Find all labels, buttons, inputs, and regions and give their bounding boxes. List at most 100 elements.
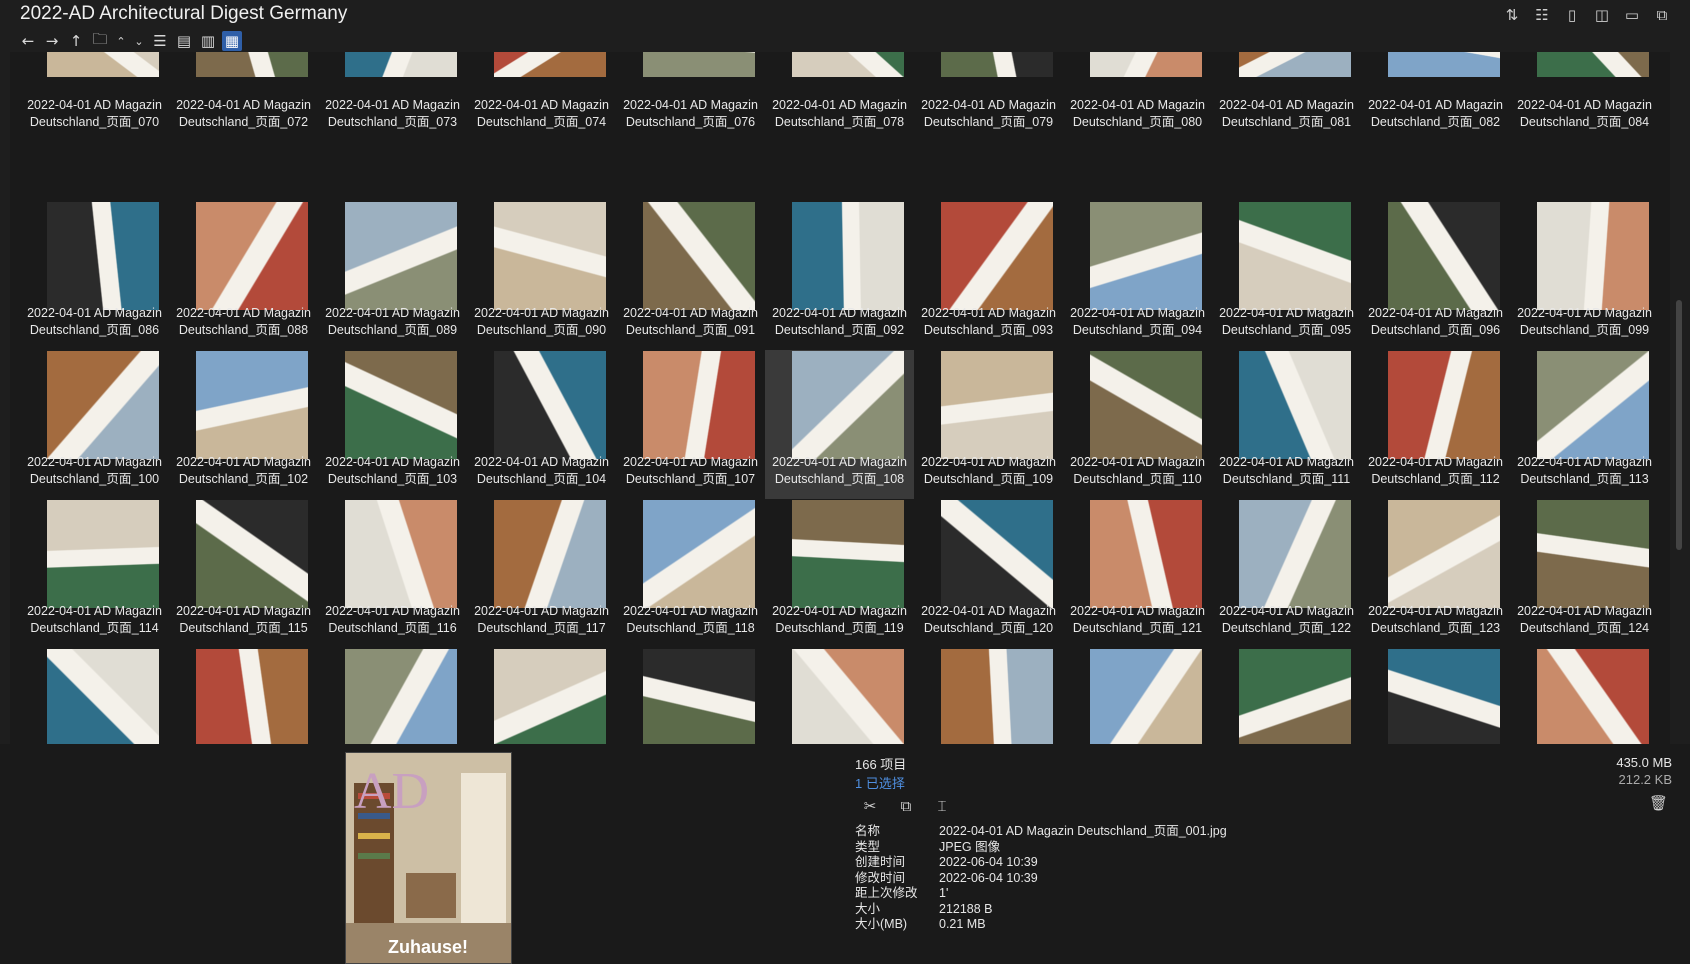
file-thumbnail-item[interactable]: 2022-04-01 AD Magazin Deutschland_页面_082 (1361, 52, 1510, 201)
file-thumbnail-item[interactable]: 2022-04-01 AD MagazinDeutschland_页面_133 (765, 648, 914, 744)
title-bar-icons: ⇅ ☷ ▯ ◫ ▭ ⧉ (1502, 5, 1672, 25)
file-thumbnail-item[interactable]: 2022-04-01 AD Magazin Deutschland_页面_107 (616, 350, 765, 499)
folder-icon[interactable]: 🗀 (90, 30, 110, 51)
delete-icon[interactable]: 🗑 (1649, 794, 1668, 812)
page-icon[interactable]: ▯ (1562, 5, 1582, 25)
file-thumbnail-item[interactable]: 2022-04-01 AD Magazin Deutschland_页面_094 (1063, 201, 1212, 350)
chevron-up-icon[interactable]: ⌃ (114, 31, 128, 51)
file-name-label: 2022-04-01 AD Magazin Deutschland_页面_107 (623, 455, 758, 486)
sort-icon[interactable]: ⇅ (1502, 5, 1522, 25)
file-thumbnail-item[interactable]: 2022-04-01 AD MagazinDeutschland_页面_138 (1361, 648, 1510, 744)
preview-logo: AD (354, 763, 429, 820)
thumbnail-image (1537, 52, 1649, 77)
file-thumbnail-item[interactable]: 2022-04-01 AD Magazin Deutschland_页面_117 (467, 499, 616, 648)
file-thumbnail-item[interactable]: 2022-04-01 AD Magazin Deutschland_页面_123 (1361, 499, 1510, 648)
file-thumbnail-item[interactable]: 2022-04-01 AD Magazin Deutschland_页面_122 (1212, 499, 1361, 648)
file-thumbnail-item[interactable]: 2022-04-01 AD Magazin Deutschland_页面_074 (467, 52, 616, 201)
file-thumbnail-item[interactable]: 2022-04-01 AD Magazin Deutschland_页面_111 (1212, 350, 1361, 499)
file-thumbnail-item[interactable]: 2022-04-01 AD Magazin Deutschland_页面_089 (318, 201, 467, 350)
file-thumbnail-item[interactable]: 2022-04-01 AD MagazinDeutschland_页面_131 (467, 648, 616, 744)
thumbnail-image (792, 649, 904, 744)
file-thumbnail-item[interactable]: 2022-04-01 AD Magazin Deutschland_页面_118 (616, 499, 765, 648)
file-thumbnail-item[interactable]: 2022-04-01 AD Magazin Deutschland_页面_121 (1063, 499, 1212, 648)
tree-view-icon[interactable]: ▥ (198, 31, 218, 51)
up-icon[interactable]: ↑ (66, 31, 86, 51)
file-name-label: 2022-04-01 AD Magazin Deutschland_页面_093 (921, 306, 1056, 337)
file-thumbnail-item[interactable]: 2022-04-01 AD Magazin Deutschland_页面_095 (1212, 201, 1361, 350)
file-thumbnail-item[interactable]: 2022-04-01 AD Magazin Deutschland_页面_124 (1510, 499, 1659, 648)
file-thumbnail-item[interactable]: 2022-04-01 AD Magazin Deutschland_页面_112 (1361, 350, 1510, 499)
file-thumbnail-item[interactable]: 2022-04-01 AD Magazin Deutschland_页面_104 (467, 350, 616, 499)
file-name-label: 2022-04-01 AD Magazin Deutschland_页面_072 (176, 98, 311, 129)
thumbnail-view-icon[interactable]: ▦ (222, 31, 242, 51)
file-thumbnail-item[interactable]: 2022-04-01 AD Magazin Deutschland_页面_084 (1510, 52, 1659, 201)
thumbnail-image (643, 52, 755, 77)
details-view-icon[interactable]: ▤ (174, 31, 194, 51)
thumbnail-image (196, 500, 308, 608)
detail-key: 类型 (855, 839, 881, 854)
file-thumbnail-item[interactable]: 2022-04-01 AD Magazin Deutschland_页面_103 (318, 350, 467, 499)
file-thumbnail-item[interactable]: 2022-04-01 AD MagazinDeutschland_页面_125 (20, 648, 169, 744)
file-thumbnail-item[interactable]: 2022-04-01 AD Magazin Deutschland_页面_081 (1212, 52, 1361, 201)
file-thumbnail-item[interactable]: 2022-04-01 AD Magazin Deutschland_页面_093 (914, 201, 1063, 350)
thumbnail-image (1388, 500, 1500, 608)
list-view-icon[interactable]: ☰ (150, 31, 170, 51)
back-icon[interactable]: ← (18, 31, 38, 51)
file-thumbnail-item[interactable]: 2022-04-01 AD MagazinDeutschland_页面_132 (616, 648, 765, 744)
file-name-label: 2022-04-01 AD Magazin Deutschland_页面_074 (474, 98, 609, 129)
file-thumbnail-item[interactable]: 2022-04-01 AD Magazin Deutschland_页面_088 (169, 201, 318, 350)
file-thumbnail-item[interactable]: 2022-04-01 AD Magazin Deutschland_页面_115 (169, 499, 318, 648)
detail-key: 名称 (855, 824, 881, 838)
list-details-icon[interactable]: ☷ (1532, 5, 1552, 25)
file-thumbnail-item[interactable]: 2022-04-01 AD Magazin Deutschland_页面_108 (765, 350, 914, 499)
window-icon[interactable]: ▭ (1622, 5, 1642, 25)
file-thumbnail-item[interactable]: 2022-04-01 AD Magazin Deutschland_页面_119 (765, 499, 914, 648)
file-name-label: 2022-04-01 AD Magazin Deutschland_页面_102 (176, 455, 311, 486)
file-thumbnail-item[interactable]: 2022-04-01 AD Magazin Deutschland_页面_086 (20, 201, 169, 350)
copy-icon[interactable]: ⧉ (1652, 5, 1672, 25)
thumbnail-image (643, 202, 755, 310)
file-thumbnail-item[interactable]: 2022-04-01 AD MagazinDeutschland_页面_128 (318, 648, 467, 744)
detail-value: 212188 B (939, 901, 993, 916)
file-thumbnail-item[interactable]: 2022-04-01 AD Magazin Deutschland_页面_113 (1510, 350, 1659, 499)
file-thumbnail-item[interactable]: 2022-04-01 AD Magazin Deutschland_页面_099 (1510, 201, 1659, 350)
file-thumbnail-item[interactable]: 2022-04-01 AD Magazin Deutschland_页面_114 (20, 499, 169, 648)
file-thumbnail-item[interactable]: 2022-04-01 AD Magazin Deutschland_页面_109 (914, 350, 1063, 499)
file-thumbnail-item[interactable]: 2022-04-01 AD MagazinDeutschland_页面_137 (1212, 648, 1361, 744)
file-thumbnail-item[interactable]: 2022-04-01 AD MagazinDeutschland_页面_136 (1063, 648, 1212, 744)
file-thumbnail-item[interactable]: 2022-04-01 AD MagazinDeutschland_页面_139 (1510, 648, 1659, 744)
panel-icon[interactable]: ◫ (1592, 5, 1612, 25)
vertical-scrollbar[interactable] (1676, 60, 1682, 740)
copy-file-icon[interactable]: ⧉ (896, 796, 916, 816)
file-thumbnail-item[interactable]: 2022-04-01 AD MagazinDeutschland_页面_135 (914, 648, 1063, 744)
file-thumbnail-item[interactable]: 2022-04-01 AD MagazinDeutschland_页面_127 (169, 648, 318, 744)
file-thumbnail-item[interactable]: 2022-04-01 AD Magazin Deutschland_页面_080 (1063, 52, 1212, 201)
thumbnail-image (47, 649, 159, 744)
chevron-down-icon[interactable]: ⌄ (132, 31, 146, 51)
file-thumbnail-item[interactable]: 2022-04-01 AD Magazin Deutschland_页面_120 (914, 499, 1063, 648)
file-thumbnail-item[interactable]: 2022-04-01 AD Magazin Deutschland_页面_102 (169, 350, 318, 499)
file-thumbnail-item[interactable]: 2022-04-01 AD Magazin Deutschland_页面_073 (318, 52, 467, 201)
file-thumbnail-item[interactable]: 2022-04-01 AD Magazin Deutschland_页面_090 (467, 201, 616, 350)
file-thumbnail-item[interactable]: 2022-04-01 AD Magazin Deutschland_页面_079 (914, 52, 1063, 201)
file-thumbnail-item[interactable]: 2022-04-01 AD Magazin Deutschland_页面_070 (20, 52, 169, 201)
thumbnail-image (792, 52, 904, 77)
file-thumbnail-item[interactable]: 2022-04-01 AD Magazin Deutschland_页面_110 (1063, 350, 1212, 499)
preview-caption: Zuhause! (388, 937, 468, 957)
cut-icon[interactable]: ✂ (860, 796, 880, 816)
file-thumbnail-item[interactable]: 2022-04-01 AD Magazin Deutschland_页面_072 (169, 52, 318, 201)
thumbnail-image (643, 500, 755, 608)
rename-icon[interactable]: ⌶ (932, 796, 952, 816)
file-thumbnail-item[interactable]: 2022-04-01 AD Magazin Deutschland_页面_076 (616, 52, 765, 201)
file-thumbnail-item[interactable]: 2022-04-01 AD Magazin Deutschland_页面_091 (616, 201, 765, 350)
details-panel: AD Zuhause! 166 项目 1 已选择 ✂ ⧉ ⌶ 名称 2022-04… (0, 744, 1690, 964)
forward-icon[interactable]: → (42, 31, 62, 51)
file-thumbnail-item[interactable]: 2022-04-01 AD Magazin Deutschland_页面_092 (765, 201, 914, 350)
file-thumbnail-item[interactable]: 2022-04-01 AD Magazin Deutschland_页面_116 (318, 499, 467, 648)
file-thumbnail-item[interactable]: 2022-04-01 AD Magazin Deutschland_页面_078 (765, 52, 914, 201)
thumbnail-image (1090, 649, 1202, 744)
scrollbar-thumb[interactable] (1676, 300, 1682, 550)
thumbnail-image (1239, 500, 1351, 608)
file-thumbnail-item[interactable]: 2022-04-01 AD Magazin Deutschland_页面_096 (1361, 201, 1510, 350)
file-thumbnail-item[interactable]: 2022-04-01 AD Magazin Deutschland_页面_100 (20, 350, 169, 499)
